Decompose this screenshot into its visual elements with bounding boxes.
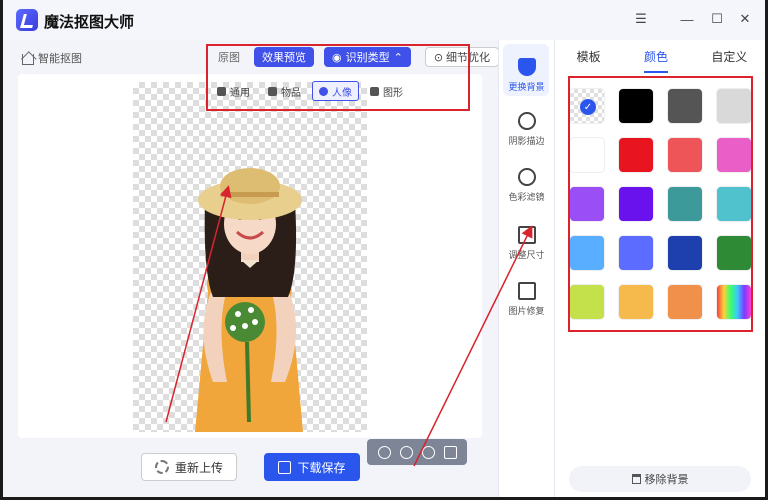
window-frame xyxy=(0,0,768,500)
